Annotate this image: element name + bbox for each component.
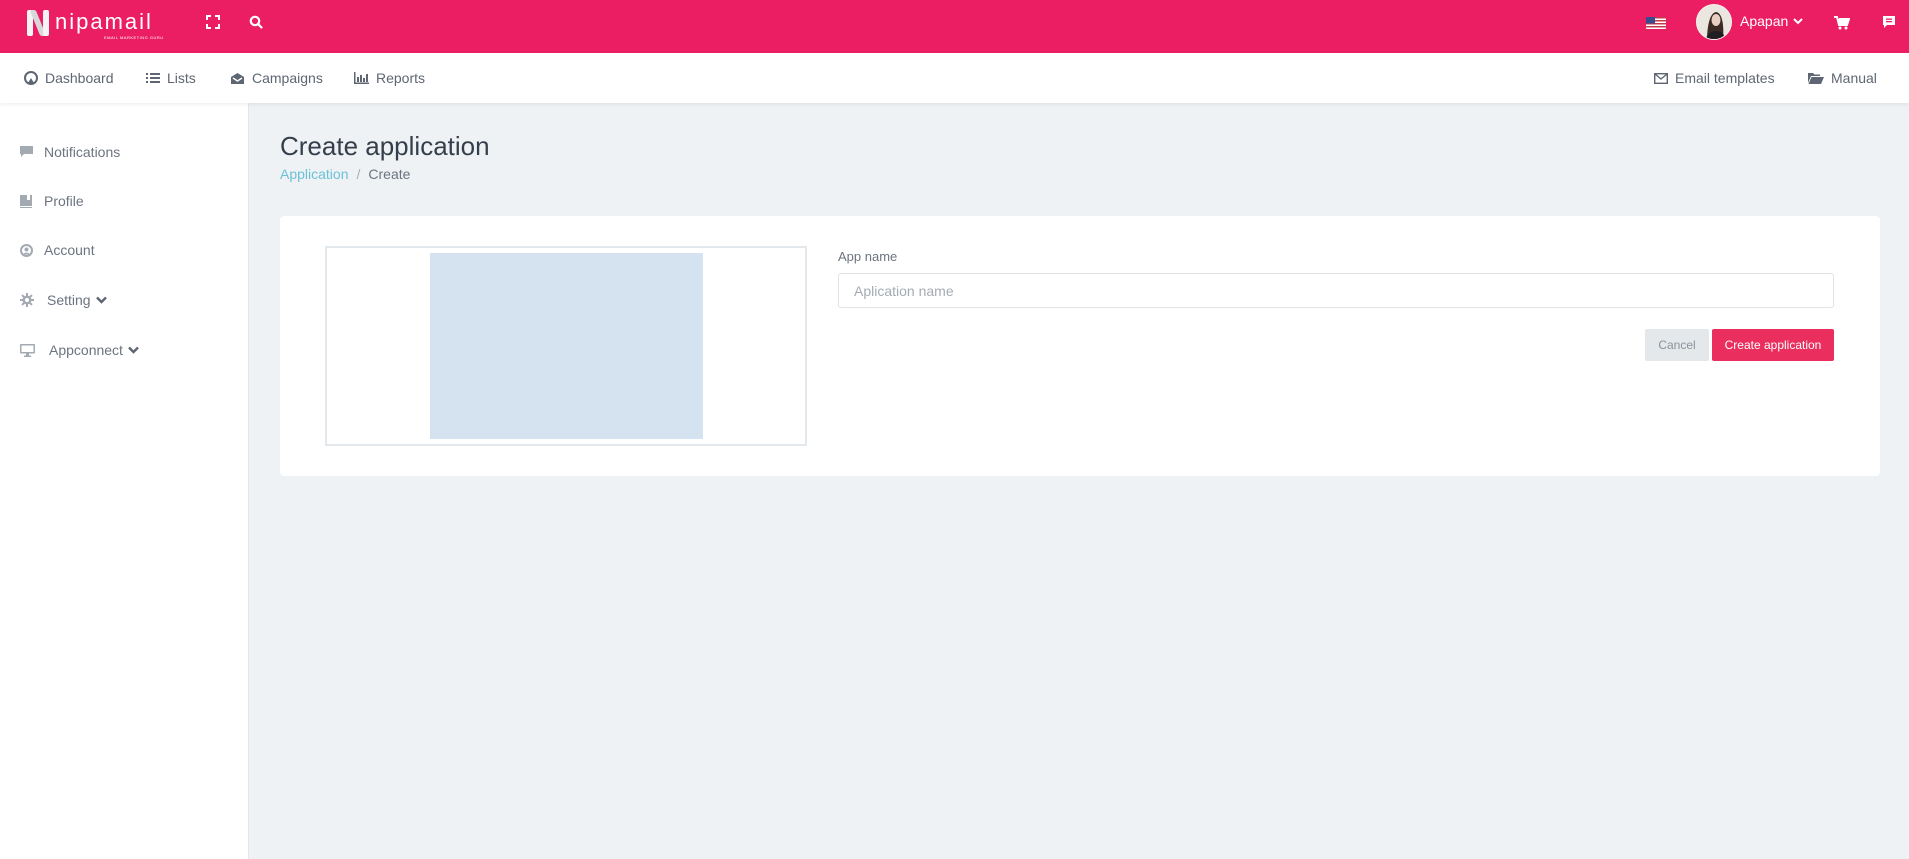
logo-tagline: EMAIL MARKETING GURU xyxy=(104,35,164,40)
menu-label: Campaigns xyxy=(252,70,323,86)
user-menu[interactable]: Apapan xyxy=(1740,13,1803,29)
sidebar-item-profile[interactable]: Profile xyxy=(20,189,84,213)
dashboard-icon xyxy=(24,71,38,85)
search-icon[interactable] xyxy=(247,13,265,31)
logo[interactable]: nipamail EMAIL MARKETING GURU xyxy=(26,8,163,42)
avatar[interactable] xyxy=(1696,4,1732,40)
cart-icon[interactable] xyxy=(1833,14,1851,32)
user-circle-icon xyxy=(20,243,44,257)
envelope-icon xyxy=(1654,72,1668,84)
list-icon xyxy=(146,73,160,83)
menu-label: Dashboard xyxy=(45,70,114,86)
breadcrumb-current: Create xyxy=(368,166,411,182)
menu-label: Manual xyxy=(1831,70,1877,86)
app-image-upload[interactable] xyxy=(325,246,807,446)
book-icon xyxy=(20,194,44,208)
sidebar-item-label: Account xyxy=(44,242,95,258)
sidebar-item-label: Appconnect xyxy=(49,342,123,358)
app-name-label: App name xyxy=(838,249,898,264)
sidebar-item-setting[interactable]: Setting xyxy=(20,288,107,312)
breadcrumb: Application / Create xyxy=(280,166,410,182)
create-application-card: App name Cancel Create application xyxy=(280,216,1880,476)
app-name-input[interactable] xyxy=(838,273,1834,308)
chevron-down-icon xyxy=(128,346,139,354)
chevron-down-icon xyxy=(95,296,107,304)
sidebar-item-account[interactable]: Account xyxy=(20,238,95,262)
sidebar-item-label: Setting xyxy=(47,292,91,308)
menu-dashboard[interactable]: Dashboard xyxy=(24,53,114,103)
logo-mark xyxy=(26,8,51,38)
folder-open-icon xyxy=(1808,73,1824,84)
cancel-button[interactable]: Cancel xyxy=(1645,329,1709,361)
sidebar-item-appconnect[interactable]: Appconnect xyxy=(20,338,139,362)
menu-manual[interactable]: Manual xyxy=(1808,53,1877,103)
top-bar: nipamail EMAIL MARKETING GURU Apapan xyxy=(0,0,1909,53)
chevron-down-icon xyxy=(1793,17,1803,24)
sidebar-item-label: Notifications xyxy=(44,144,121,160)
image-placeholder xyxy=(430,253,703,439)
logo-text: nipamail xyxy=(55,9,153,34)
breadcrumb-separator: / xyxy=(356,166,361,182)
expand-icon[interactable] xyxy=(204,13,222,31)
user-name: Apapan xyxy=(1740,13,1789,29)
chat-icon[interactable] xyxy=(1880,13,1898,31)
menu-email-templates[interactable]: Email templates xyxy=(1654,53,1775,103)
gear-icon xyxy=(20,293,47,307)
menu-label: Email templates xyxy=(1675,70,1775,86)
menu-reports[interactable]: Reports xyxy=(354,53,425,103)
create-application-button[interactable]: Create application xyxy=(1712,329,1834,361)
desktop-icon xyxy=(20,343,49,357)
breadcrumb-application-link[interactable]: Application xyxy=(280,166,349,182)
comment-icon xyxy=(20,146,44,158)
main-menu: Dashboard Lists Campaigns Reports Email … xyxy=(0,53,1909,103)
menu-lists[interactable]: Lists xyxy=(146,53,196,103)
menu-label: Lists xyxy=(167,70,196,86)
envelope-open-icon xyxy=(231,72,244,84)
menu-campaigns[interactable]: Campaigns xyxy=(230,53,323,103)
bar-chart-icon xyxy=(354,72,369,84)
sidebar: Notifications Profile Account Setting Ap… xyxy=(0,103,249,859)
menu-label: Reports xyxy=(376,70,426,86)
sidebar-item-label: Profile xyxy=(44,193,84,209)
sidebar-item-notifications[interactable]: Notifications xyxy=(20,140,120,164)
us-flag-icon[interactable] xyxy=(1646,16,1666,29)
page-title: Create application xyxy=(280,131,490,161)
